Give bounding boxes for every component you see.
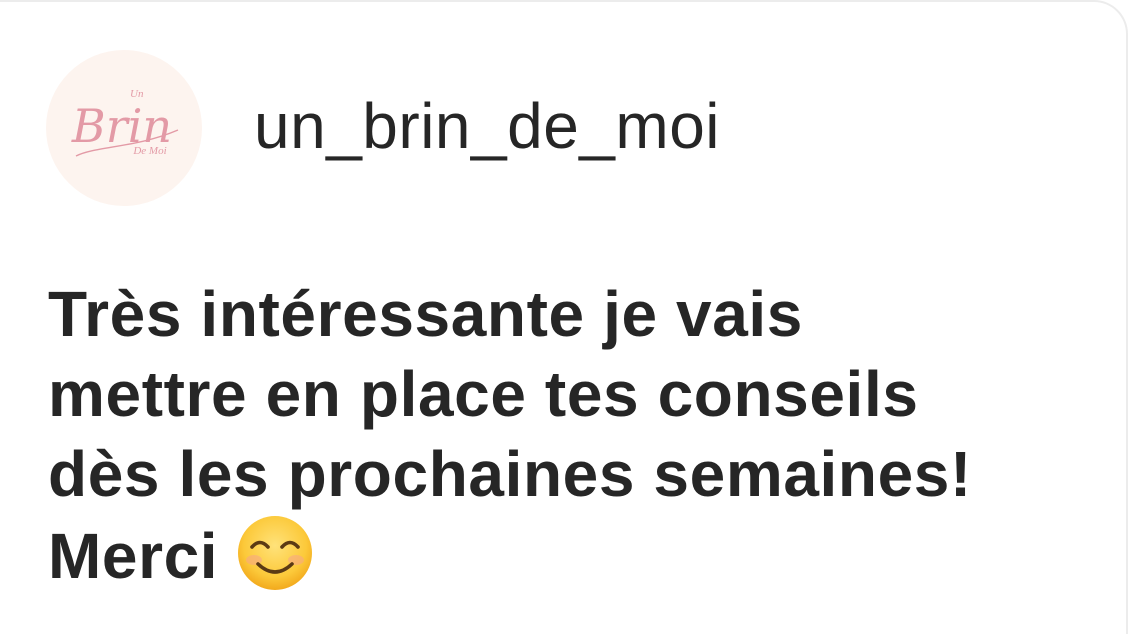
comment-text: Très intéressante je vais mettre en plac… [48,274,1068,596]
smiling-face-emoji-icon [236,514,314,592]
comment-card: Un Brin De Moi un_brin_de_moi Très intér… [0,0,1128,634]
comment-line-last: Merci [48,514,1068,596]
comment-line: dès les prochaines semaines! [48,438,972,510]
logo-text-bottom: De Moi [132,145,166,157]
comment-line-text: Merci [48,520,219,592]
comment-line: mettre en place tes conseils [48,358,919,430]
comment-line: Très intéressante je vais [48,278,803,350]
comment-header: Un Brin De Moi un_brin_de_moi [46,50,720,206]
brand-logo: Un Brin De Moi [71,88,179,157]
avatar[interactable]: Un Brin De Moi [46,50,202,206]
username-link[interactable]: un_brin_de_moi [254,94,720,158]
